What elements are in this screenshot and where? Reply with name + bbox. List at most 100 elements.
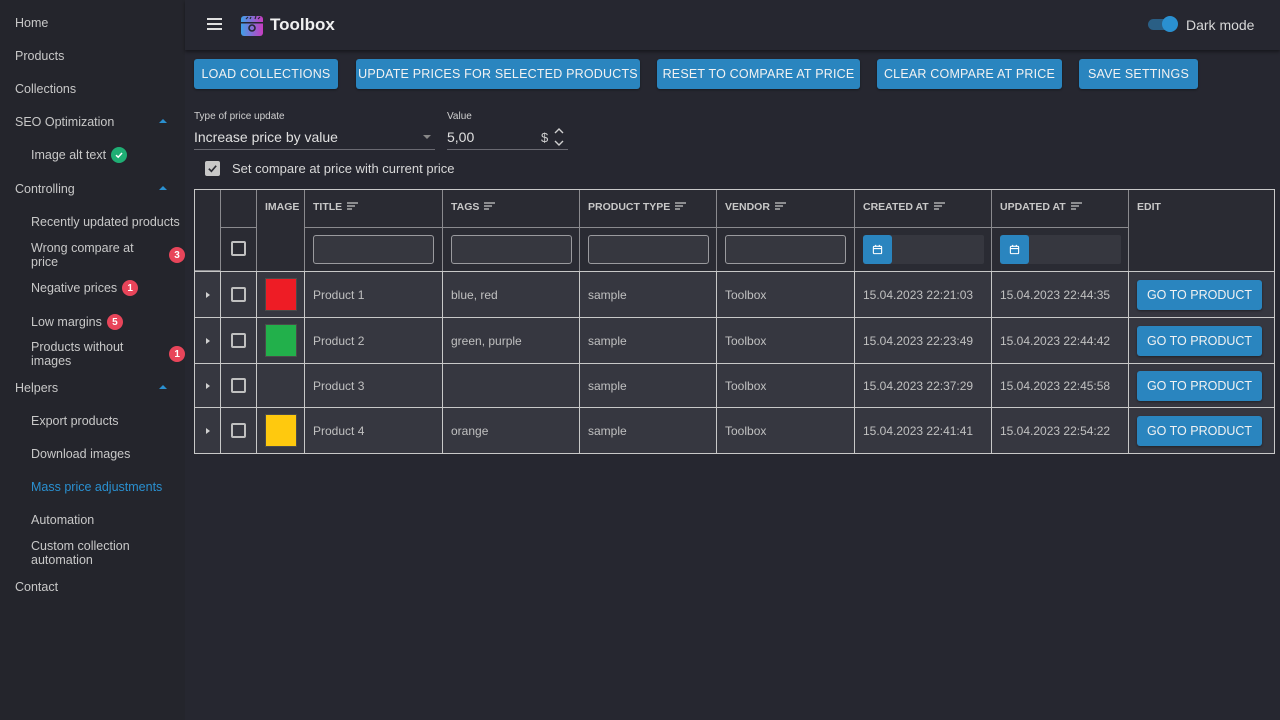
select-column-header <box>221 190 257 228</box>
sidebar-item-label: Products without images <box>31 340 124 368</box>
sidebar-item-controlling[interactable]: Controlling <box>0 174 185 204</box>
compare-at-price-checkbox[interactable] <box>205 161 220 176</box>
app-title: Toolbox <box>270 15 335 34</box>
updated-at-filter-cell <box>992 228 1129 271</box>
sidebar-item-image-alt-text[interactable]: Image alt text <box>0 140 185 170</box>
column-header-label: CREATED AT <box>863 201 929 213</box>
calendar-icon[interactable] <box>1000 235 1029 264</box>
vendor-filter-input[interactable] <box>725 235 846 264</box>
sidebar-item-low-margins[interactable]: Low margins 5 <box>0 307 185 337</box>
image-cell <box>257 272 305 317</box>
vendor-filter-cell <box>717 228 855 271</box>
column-header-image: IMAGE <box>257 190 305 271</box>
created-at-cell: 15.04.2023 22:37:29 <box>855 364 992 407</box>
load-collections-button[interactable]: LOAD COLLECTIONS <box>194 59 338 89</box>
sidebar-item-home[interactable]: Home <box>0 8 185 38</box>
sidebar-item-label: Helpers <box>15 381 59 395</box>
sidebar-item-wrong-compare-at-price[interactable]: Wrong compare at price 3 <box>0 240 185 270</box>
sidebar-item-label: SEO Optimization <box>15 115 115 129</box>
sort-icon[interactable] <box>774 202 786 210</box>
column-header-label: TITLE <box>313 201 343 213</box>
expand-icon[interactable] <box>206 337 210 344</box>
products-table: IMAGE TITLE TAGS PRODUCT TYPE VENDOR CRE… <box>194 189 1275 454</box>
sidebar-item-recently-updated-products[interactable]: Recently updated products <box>0 207 185 237</box>
column-header-label: IMAGE <box>265 201 300 213</box>
product-image <box>265 414 297 447</box>
sidebar-item-label: Custom collection automation <box>31 539 130 567</box>
price-update-type-value: Increase price by value <box>194 129 338 145</box>
edit-cell: GO TO PRODUCT <box>1129 408 1274 453</box>
sort-icon[interactable] <box>1070 202 1082 210</box>
row-checkbox[interactable] <box>231 333 246 348</box>
title-cell: Product 3 <box>305 364 443 407</box>
go-to-product-button[interactable]: GO TO PRODUCT <box>1137 370 1262 401</box>
sidebar-item-label: Collections <box>15 82 77 96</box>
sidebar-item-mass-price-adjustments[interactable]: Mass price adjustments <box>0 472 185 502</box>
vendor-cell: Toolbox <box>717 272 855 317</box>
product-type-filter-input[interactable] <box>588 235 709 264</box>
value-input[interactable]: 5,00 $ <box>447 126 568 150</box>
dark-mode-toggle[interactable] <box>1148 16 1178 32</box>
updated-at-date-filter[interactable] <box>1000 235 1121 264</box>
sidebar-item-products[interactable]: Products <box>0 41 185 71</box>
sort-icon[interactable] <box>484 202 496 210</box>
sidebar: Home Products Collections SEO Optimizati… <box>0 0 185 720</box>
select-cell <box>221 272 257 317</box>
column-header-label: EDIT <box>1137 201 1161 213</box>
sidebar-item-negative-prices[interactable]: Negative prices 1 <box>0 273 185 303</box>
sidebar-item-products-without-images[interactable]: Products without images 1 <box>0 339 185 369</box>
sidebar-item-download-images[interactable]: Download images <box>0 439 185 469</box>
sidebar-item-collections[interactable]: Collections <box>0 74 185 104</box>
select-cell <box>221 318 257 363</box>
count-badge: 1 <box>169 346 185 362</box>
sidebar-item-custom-collection-automation[interactable]: Custom collection automation <box>0 538 185 568</box>
go-to-product-button[interactable]: GO TO PRODUCT <box>1137 415 1262 446</box>
price-update-type-select[interactable]: Increase price by value <box>194 126 435 150</box>
menu-icon[interactable] <box>207 18 222 30</box>
sort-icon[interactable] <box>933 202 945 210</box>
sort-icon[interactable] <box>675 202 687 210</box>
select-all-checkbox[interactable] <box>231 241 246 256</box>
expand-icon[interactable] <box>206 427 210 434</box>
go-to-product-button[interactable]: GO TO PRODUCT <box>1137 325 1262 356</box>
tags-cell: blue, red <box>443 272 580 317</box>
table-row: Product 1 blue, red sample Toolbox 15.04… <box>195 271 1274 317</box>
row-checkbox[interactable] <box>231 423 246 438</box>
chevron-up-icon <box>159 119 167 123</box>
value-stepper[interactable] <box>553 126 565 148</box>
created-at-date-filter[interactable] <box>863 235 984 264</box>
edit-cell: GO TO PRODUCT <box>1129 318 1274 363</box>
column-header-product-type: PRODUCT TYPE <box>580 190 717 228</box>
tags-filter-cell <box>443 228 580 271</box>
calendar-icon[interactable] <box>863 235 892 264</box>
clear-compare-button[interactable]: CLEAR COMPARE AT PRICE <box>877 59 1062 89</box>
expand-icon[interactable] <box>206 382 210 389</box>
title-filter-input[interactable] <box>313 235 434 264</box>
sidebar-item-helpers[interactable]: Helpers <box>0 373 185 403</box>
go-to-product-button[interactable]: GO TO PRODUCT <box>1137 279 1262 310</box>
price-update-type-label: Type of price update <box>194 111 285 122</box>
created-at-cell: 15.04.2023 22:41:41 <box>855 408 992 453</box>
sidebar-item-automation[interactable]: Automation <box>0 505 185 535</box>
row-checkbox[interactable] <box>231 378 246 393</box>
sidebar-item-label: Wrong compare at price <box>31 241 134 269</box>
compare-at-price-checkbox-row[interactable]: Set compare at price with current price <box>205 161 455 176</box>
updated-at-cell: 15.04.2023 22:44:42 <box>992 318 1129 363</box>
sidebar-item-contact[interactable]: Contact <box>0 572 185 602</box>
expand-cell <box>195 364 221 407</box>
expand-icon[interactable] <box>206 291 210 298</box>
product-type-cell: sample <box>580 272 717 317</box>
update-prices-button[interactable]: UPDATE PRICES FOR SELECTED PRODUCTS <box>356 59 640 89</box>
sidebar-item-label: Image alt text <box>31 148 107 162</box>
save-settings-button[interactable]: SAVE SETTINGS <box>1079 59 1198 89</box>
updated-at-cell: 15.04.2023 22:54:22 <box>992 408 1129 453</box>
select-cell <box>221 364 257 407</box>
product-type-cell: sample <box>580 408 717 453</box>
tags-filter-input[interactable] <box>451 235 572 264</box>
row-checkbox[interactable] <box>231 287 246 302</box>
reset-compare-button[interactable]: RESET TO COMPARE AT PRICE <box>657 59 860 89</box>
sort-icon[interactable] <box>347 202 359 210</box>
sidebar-item-export-products[interactable]: Export products <box>0 406 185 436</box>
sidebar-item-seo-optimization[interactable]: SEO Optimization <box>0 107 185 137</box>
value-label: Value <box>447 111 472 122</box>
